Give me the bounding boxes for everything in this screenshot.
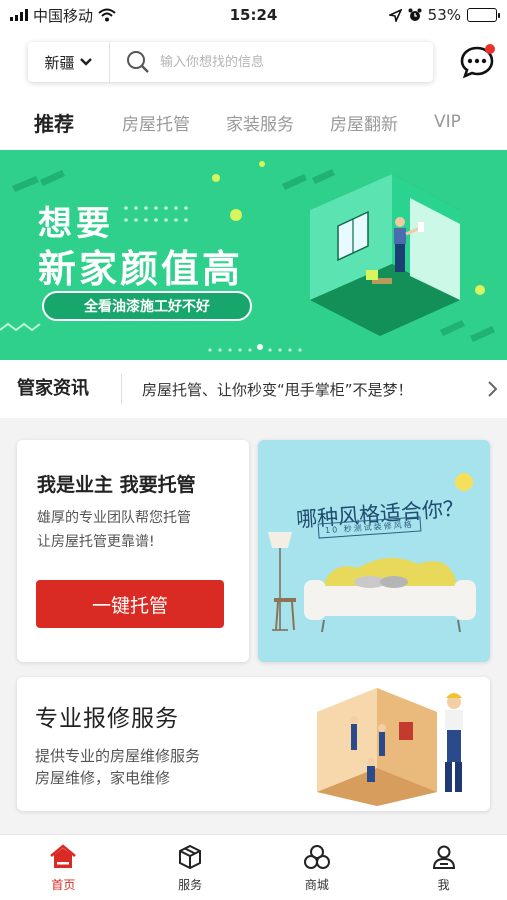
battery-percent: 53% (427, 6, 461, 24)
location-icon (388, 8, 402, 22)
city-selector[interactable]: 新疆 (28, 42, 110, 82)
carrier-label: 中国移动 (33, 6, 94, 25)
tab-recommend[interactable]: 推荐 (0, 108, 104, 137)
repair-desc-line2: 房屋维修，家电维修 (35, 769, 171, 787)
owner-card-desc: 雄厚的专业团队帮您托管 让房屋托管更靠谱! (37, 506, 191, 554)
pager-active-dot (257, 344, 263, 350)
category-tabs: 推荐 房屋托管 家装服务 房屋翻新 VIP (0, 94, 507, 150)
nav-service[interactable]: 服务 (127, 835, 254, 900)
search-header: 新疆 (0, 30, 507, 94)
style-quiz-card[interactable]: 哪种风格适合你？ 10 秒测试装修风格 (258, 440, 490, 662)
nav-me[interactable]: 我 (380, 835, 507, 900)
status-bar: 中国移动 15:24 53% (0, 0, 507, 30)
owner-card-title: 我是业主 我要托管 (37, 474, 196, 496)
battery-icon (467, 8, 500, 22)
repair-illustration (317, 688, 463, 806)
notification-dot (485, 44, 495, 54)
tab-decoration[interactable]: 家装服务 (208, 110, 312, 135)
tab-vip[interactable]: VIP (416, 112, 479, 132)
nav-me-label: 我 (437, 878, 450, 892)
search-icon (127, 51, 149, 73)
banner-title-line2: 新家颜值高 (38, 247, 244, 291)
city-label: 新疆 (44, 53, 75, 72)
alarm-icon (408, 8, 422, 21)
one-click-custody-button[interactable]: 一键托管 (36, 580, 224, 628)
nav-mall[interactable]: 商城 (254, 835, 381, 900)
sofa-illustration (268, 473, 476, 633)
clock: 15:24 (229, 6, 278, 24)
search-bar: 新疆 (28, 42, 433, 82)
home-icon (50, 844, 77, 868)
box-icon (179, 844, 202, 870)
promo-banner[interactable]: 想要 新家颜值高 全看油漆施工好不好 (0, 150, 507, 360)
user-icon (432, 845, 455, 869)
nav-mall-label: 商城 (304, 878, 329, 892)
repair-card-desc: 提供专业的房屋维修服务 房屋维修，家电维修 (35, 745, 200, 789)
repair-service-card[interactable]: 专业报修服务 提供专业的房屋维修服务 房屋维修，家电维修 (17, 677, 490, 811)
repair-card-title: 专业报修服务 (35, 706, 179, 732)
owner-desc-line2: 让房屋托管更靠谱! (37, 534, 155, 550)
chat-bubble-icon[interactable] (458, 43, 496, 81)
mall-icon (303, 845, 330, 869)
nav-home[interactable]: 首页 (0, 835, 127, 900)
tab-house-custody[interactable]: 房屋托管 (104, 110, 208, 135)
owner-desc-line1: 雄厚的专业团队帮您托管 (37, 510, 191, 526)
repair-desc-line1: 提供专业的房屋维修服务 (35, 747, 201, 765)
search-input[interactable] (160, 54, 433, 70)
nav-home-label: 首页 (51, 878, 76, 892)
nav-service-label: 服务 (178, 878, 203, 892)
chevron-right-icon[interactable] (477, 379, 507, 399)
wifi-icon (98, 8, 116, 22)
bottom-nav: 首页 服务 商城 我 (0, 834, 507, 900)
owner-custody-card: 我是业主 我要托管 雄厚的专业团队帮您托管 让房屋托管更靠谱! 一键托管 (17, 440, 249, 662)
news-label: 管家资讯 (0, 374, 122, 404)
news-headline[interactable]: 房屋托管、让你秒变“甩手掌柜”不是梦！ (122, 379, 477, 400)
tab-renovation[interactable]: 房屋翻新 (312, 110, 416, 135)
chevron-down-icon (79, 58, 92, 66)
banner-pill: 全看油漆施工好不好 (42, 291, 252, 321)
news-ticker[interactable]: 管家资讯 房屋托管、让你秒变“甩手掌柜”不是梦！ (0, 360, 507, 418)
signal-icon (10, 9, 28, 21)
